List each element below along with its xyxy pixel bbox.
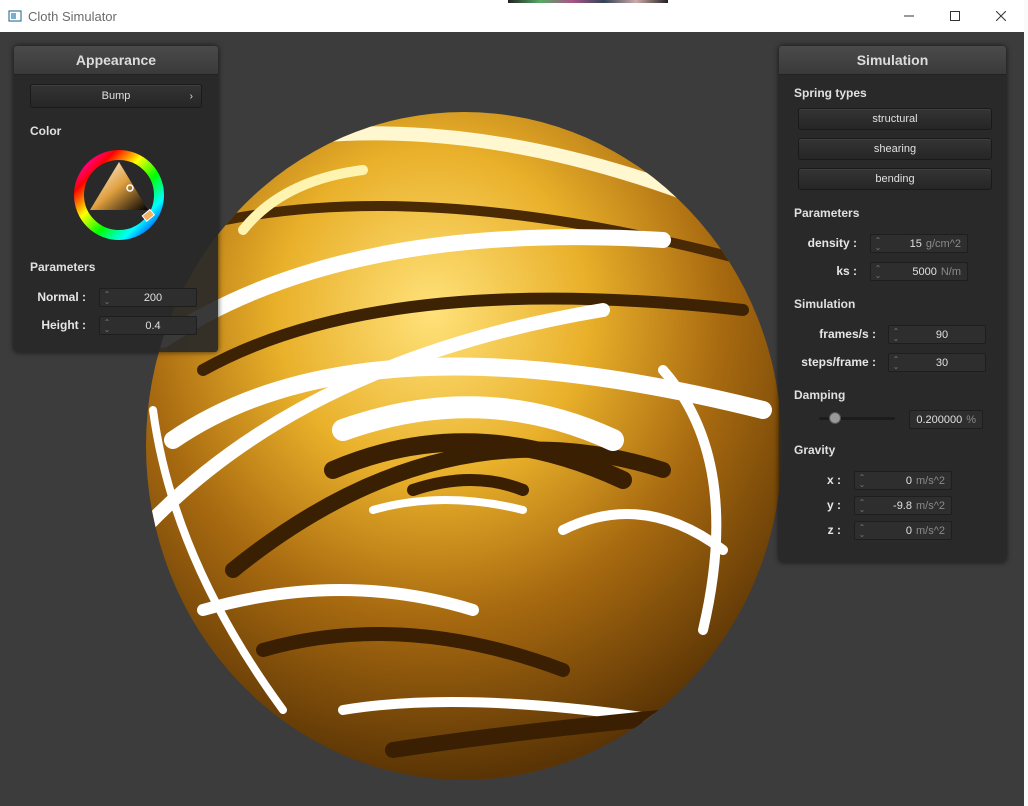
density-unit: g/cm^2 <box>925 237 961 250</box>
color-wheel[interactable] <box>72 148 166 242</box>
spinner-arrows-icon[interactable]: ⌃ ⌄ <box>100 290 114 305</box>
normal-value: 200 <box>143 291 163 304</box>
ks-input[interactable]: ⌃ ⌄ 5000 N/m <box>870 262 968 281</box>
steps-value: 30 <box>935 356 949 369</box>
chevron-right-icon: › <box>189 90 193 102</box>
height-value: 0.4 <box>145 319 161 332</box>
background-window-edge <box>1024 0 1028 806</box>
shearing-toggle[interactable]: shearing <box>798 138 992 160</box>
gravity-z-label: z : <box>827 523 841 537</box>
spinner-arrows-icon[interactable]: ⌃ ⌄ <box>855 523 869 538</box>
shader-select-button[interactable]: Bump › <box>30 84 202 108</box>
gravity-z-value: 0 <box>905 524 912 537</box>
spinner-arrows-icon[interactable]: ⌃ ⌄ <box>871 236 885 251</box>
damping-input[interactable]: 0.200000 % <box>909 410 983 429</box>
density-input[interactable]: ⌃ ⌄ 15 g/cm^2 <box>870 234 968 253</box>
damping-unit: % <box>966 413 976 426</box>
height-label: Height : <box>41 318 86 332</box>
steps-label: steps/frame : <box>801 355 876 369</box>
normal-label: Normal : <box>37 290 86 304</box>
simulation-parameters-label: Parameters <box>794 206 860 220</box>
gravity-x-unit: m/s^2 <box>916 474 945 487</box>
window-title: Cloth Simulator <box>28 8 117 24</box>
damping-value: 0.200000 <box>916 413 963 426</box>
gravity-y-label: y : <box>826 498 841 512</box>
density-value: 15 <box>909 237 922 250</box>
gravity-x-value: 0 <box>905 474 912 487</box>
gravity-z-input[interactable]: ⌃ ⌄ 0 m/s^2 <box>854 521 952 540</box>
appearance-title: Appearance <box>14 46 218 75</box>
spinner-arrows-icon[interactable]: ⌃ ⌄ <box>889 355 903 370</box>
spinner-arrows-icon[interactable]: ⌃ ⌄ <box>871 264 885 279</box>
maximize-button[interactable] <box>932 0 978 32</box>
gravity-y-unit: m/s^2 <box>916 499 945 512</box>
ks-label: ks : <box>836 264 857 278</box>
structural-toggle[interactable]: structural <box>798 108 992 130</box>
close-icon <box>996 11 1006 21</box>
normal-input[interactable]: ⌃ ⌄ 200 <box>99 288 197 307</box>
spinner-arrows-icon[interactable]: ⌃ ⌄ <box>855 473 869 488</box>
damping-label: Damping <box>794 388 846 402</box>
fps-label: frames/s : <box>819 327 876 341</box>
steps-input[interactable]: ⌃ ⌄ 30 <box>888 353 986 372</box>
height-input[interactable]: ⌃ ⌄ 0.4 <box>99 316 197 335</box>
gravity-y-value: -9.8 <box>893 499 912 512</box>
spinner-arrows-icon[interactable]: ⌃ ⌄ <box>855 498 869 513</box>
gravity-z-unit: m/s^2 <box>916 524 945 537</box>
gravity-y-input[interactable]: ⌃ ⌄ -9.8 m/s^2 <box>854 496 952 515</box>
minimize-icon <box>904 15 914 17</box>
maximize-icon <box>950 11 960 21</box>
gravity-label: Gravity <box>794 443 836 457</box>
shader-select-label: Bump <box>101 90 131 102</box>
damping-slider-handle[interactable] <box>829 412 842 424</box>
simulation-title: Simulation <box>779 46 1006 75</box>
gravity-x-input[interactable]: ⌃ ⌄ 0 m/s^2 <box>854 471 952 490</box>
close-button[interactable] <box>978 0 1024 32</box>
simulation-panel: Simulation Spring types structural shear… <box>779 46 1006 562</box>
density-label: density : <box>807 236 857 250</box>
spinner-arrows-icon[interactable]: ⌃ ⌄ <box>889 327 903 342</box>
minimize-button[interactable] <box>886 0 932 32</box>
background-window-strip <box>508 0 668 3</box>
app-icon <box>8 10 22 22</box>
simulation-section-label: Simulation <box>794 297 856 311</box>
ks-value: 5000 <box>912 265 937 278</box>
bending-toggle[interactable]: bending <box>798 168 992 190</box>
fps-input[interactable]: ⌃ ⌄ 90 <box>888 325 986 344</box>
appearance-panel: Appearance Bump › Color Parameters Norma… <box>14 46 218 352</box>
gravity-x-label: x : <box>826 473 841 487</box>
textured-sphere[interactable] <box>143 110 785 782</box>
ks-unit: N/m <box>940 265 961 278</box>
color-section-label: Color <box>30 124 62 138</box>
spinner-arrows-icon[interactable]: ⌃ ⌄ <box>100 318 114 333</box>
spring-types-label: Spring types <box>794 86 867 100</box>
title-bar: Cloth Simulator <box>0 0 1024 33</box>
fps-value: 90 <box>935 328 949 341</box>
appearance-parameters-label: Parameters <box>30 260 96 274</box>
